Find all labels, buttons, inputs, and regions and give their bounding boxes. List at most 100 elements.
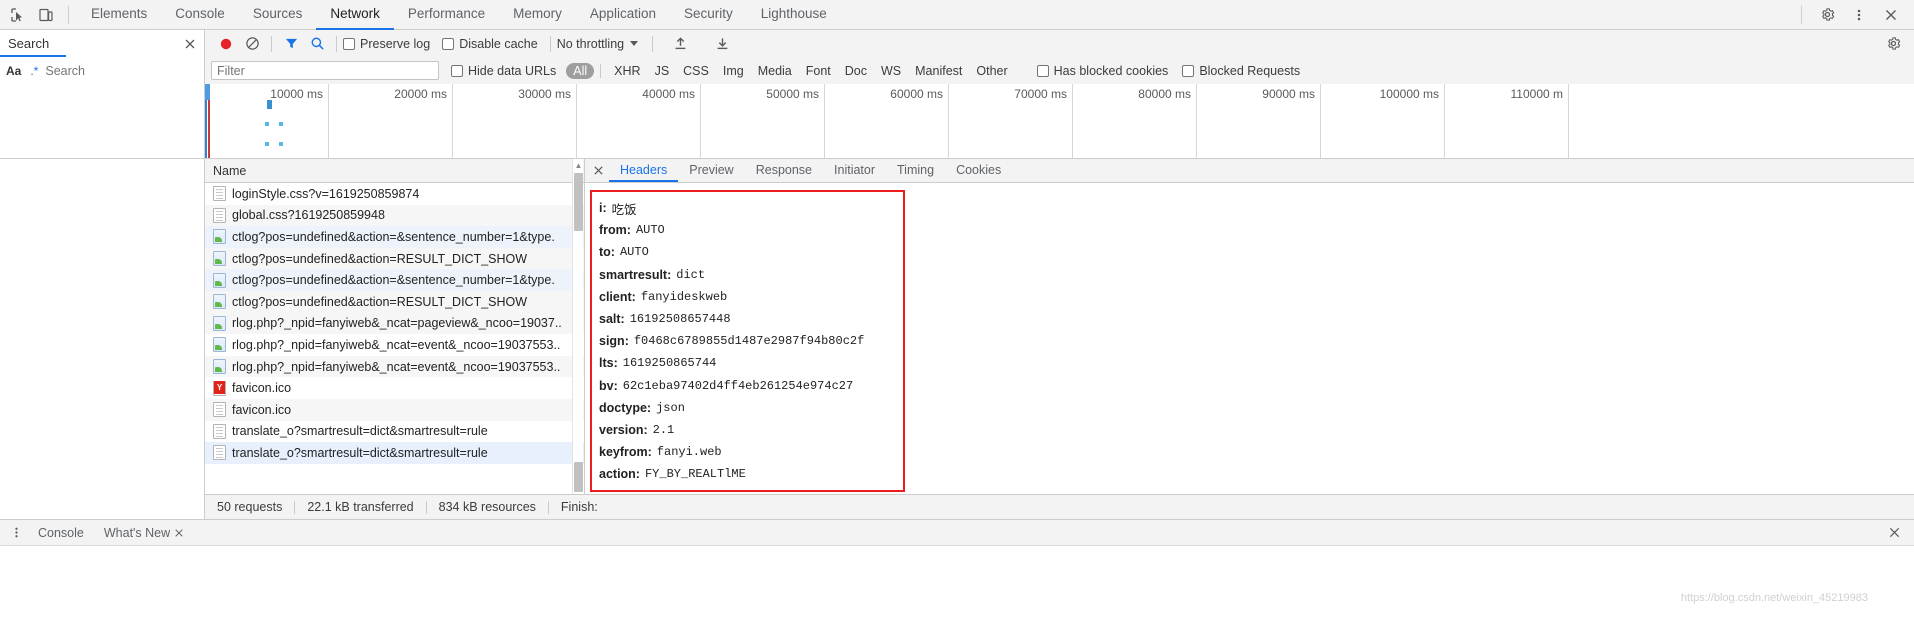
table-row[interactable]: ctlog?pos=undefined&action=&sentence_num… <box>205 226 584 248</box>
tab-memory[interactable]: Memory <box>499 0 576 30</box>
tab-lighthouse[interactable]: Lighthouse <box>747 0 841 30</box>
throttling-dropdown[interactable]: No throttling <box>557 37 639 51</box>
tab-application[interactable]: Application <box>576 0 670 30</box>
filter-type-media[interactable]: Media <box>751 63 799 79</box>
form-data-key: i: <box>599 201 607 216</box>
clear-icon[interactable] <box>239 32 265 56</box>
tab-label: Memory <box>513 6 562 21</box>
kebab-menu-icon[interactable] <box>1844 1 1874 29</box>
tab-network[interactable]: Network <box>316 0 394 30</box>
tab-console[interactable]: Console <box>161 0 239 30</box>
close-icon[interactable] <box>587 159 609 182</box>
tab-sources[interactable]: Sources <box>239 0 317 30</box>
device-toolbar-icon[interactable] <box>32 1 60 29</box>
filter-type-all[interactable]: All <box>566 62 595 79</box>
form-data-key: smartresult: <box>599 267 672 282</box>
search-icon[interactable] <box>304 32 330 56</box>
network-toolbar-right <box>1880 32 1914 56</box>
table-row[interactable]: loginStyle.css?v=1619250859874 <box>205 183 584 205</box>
scroll-up-icon[interactable]: ▲ <box>573 159 584 171</box>
blocked-requests-label: Blocked Requests <box>1199 63 1301 78</box>
form-data-key: from: <box>599 223 631 238</box>
form-data-list: i: 吃饭 from: AUTO to: AUTO smartresult: d… <box>599 197 864 485</box>
table-row[interactable]: favicon.ico <box>205 398 584 421</box>
preserve-log-checkbox[interactable]: Preserve log <box>343 37 430 51</box>
tab-elements[interactable]: Elements <box>77 0 161 30</box>
hide-data-urls-checkbox[interactable]: Hide data URLs <box>451 64 556 78</box>
funnel-filter-icon[interactable] <box>278 32 304 56</box>
close-icon[interactable] <box>1876 1 1906 29</box>
request-detail-pane: Headers Preview Response Initiator Timin… <box>585 159 1914 506</box>
filter-type-css[interactable]: CSS <box>676 63 716 79</box>
tab-performance[interactable]: Performance <box>394 0 499 30</box>
close-icon[interactable] <box>184 38 196 50</box>
gear-icon[interactable] <box>1880 32 1906 56</box>
tab-label: Preview <box>689 162 734 177</box>
download-har-icon[interactable] <box>709 32 735 56</box>
request-list-header[interactable]: Name <box>205 159 584 183</box>
search-panel-title: Search <box>8 36 50 51</box>
tab-response[interactable]: Response <box>745 159 823 182</box>
tab-initiator[interactable]: Initiator <box>823 159 886 182</box>
tab-timing[interactable]: Timing <box>886 159 945 182</box>
tab-headers[interactable]: Headers <box>609 159 679 182</box>
regex-icon[interactable]: .* <box>27 64 41 78</box>
request-list-pane: Name loginStyle.css?v=1619250859874 glob… <box>205 159 585 506</box>
form-data-value: FY_BY_REALTlME <box>644 467 746 482</box>
table-row[interactable]: favicon.ico <box>205 377 584 399</box>
filter-input[interactable] <box>211 61 439 80</box>
timeline-tick-label: 80000 ms <box>1138 87 1191 101</box>
timeline-cell: 80000 ms <box>1073 84 1197 158</box>
table-row[interactable]: rlog.php?_npid=fanyiweb&_ncat=pageview&_… <box>205 312 584 335</box>
filter-type-ws[interactable]: WS <box>874 63 908 79</box>
drawer-tab-whats-new[interactable]: What's New <box>94 520 194 546</box>
disable-cache-checkbox[interactable]: Disable cache <box>442 37 538 51</box>
tab-security[interactable]: Security <box>670 0 747 30</box>
table-row[interactable]: translate_o?smartresult=dict&smartresult… <box>205 421 584 443</box>
record-stop-icon[interactable] <box>213 32 239 56</box>
timeline-gridlines: 10000 ms 20000 ms 30000 ms 40000 ms 5000… <box>205 84 1914 158</box>
kebab-menu-icon[interactable] <box>4 526 28 539</box>
table-row[interactable]: rlog.php?_npid=fanyiweb&_ncat=event&_nco… <box>205 355 584 378</box>
toolbar-divider <box>336 35 337 52</box>
network-overview-timeline[interactable]: 10000 ms 20000 ms 30000 ms 40000 ms 5000… <box>205 84 1914 158</box>
request-name: translate_o?smartresult=dict&smartresult… <box>232 445 488 460</box>
gear-icon[interactable] <box>1812 1 1842 29</box>
request-list-body[interactable]: loginStyle.css?v=1619250859874 global.cs… <box>205 183 584 506</box>
watermark-text: https://blog.csdn.net/weixin_45219983 <box>1680 592 1868 604</box>
filter-type-js[interactable]: JS <box>648 63 677 79</box>
tab-label: Cookies <box>956 162 1002 177</box>
close-icon[interactable] <box>1882 526 1906 539</box>
filter-type-doc[interactable]: Doc <box>838 63 874 79</box>
filter-type-img[interactable]: Img <box>716 63 751 79</box>
filter-type-other[interactable]: Other <box>969 63 1014 79</box>
search-input[interactable] <box>43 62 209 79</box>
scrollbar-thumb[interactable] <box>574 173 583 231</box>
panel-tabs: Elements Console Sources Network Perform… <box>77 0 841 30</box>
request-list-scrollbar[interactable]: ▲ ▼ <box>572 159 583 506</box>
timeline-tick-label: 40000 ms <box>642 87 695 101</box>
table-row[interactable]: rlog.php?_npid=fanyiweb&_ncat=event&_nco… <box>205 334 584 356</box>
table-row[interactable]: ctlog?pos=undefined&action=RESULT_DICT_S… <box>205 247 584 270</box>
close-icon[interactable] <box>174 528 184 538</box>
form-data-value: 2.1 <box>652 422 675 437</box>
scrollbar-thumb[interactable] <box>574 462 583 492</box>
form-data-row: client: fanyideskweb <box>599 286 864 308</box>
upload-har-icon[interactable] <box>667 32 693 56</box>
blocked-requests-checkbox[interactable]: Blocked Requests <box>1182 64 1300 78</box>
filter-type-font[interactable]: Font <box>799 63 838 79</box>
has-blocked-cookies-checkbox[interactable]: Has blocked cookies <box>1036 64 1168 78</box>
inspect-cursor-icon[interactable] <box>4 1 32 29</box>
hide-data-urls-label: Hide data URLs <box>468 63 557 78</box>
table-row[interactable]: ctlog?pos=undefined&action=&sentence_num… <box>205 269 584 291</box>
drawer-tab-console[interactable]: Console <box>28 520 94 546</box>
tab-preview[interactable]: Preview <box>678 159 744 182</box>
match-case-icon[interactable]: Aa <box>2 64 25 78</box>
tab-cookies[interactable]: Cookies <box>945 159 1012 182</box>
filter-type-manifest[interactable]: Manifest <box>908 63 969 79</box>
table-row[interactable]: translate_o?smartresult=dict&smartresult… <box>205 442 584 464</box>
xhr-file-icon <box>213 315 226 331</box>
table-row[interactable]: global.css?1619250859948 <box>205 204 584 227</box>
filter-type-xhr[interactable]: XHR <box>607 63 647 79</box>
table-row[interactable]: ctlog?pos=undefined&action=RESULT_DICT_S… <box>205 290 584 313</box>
